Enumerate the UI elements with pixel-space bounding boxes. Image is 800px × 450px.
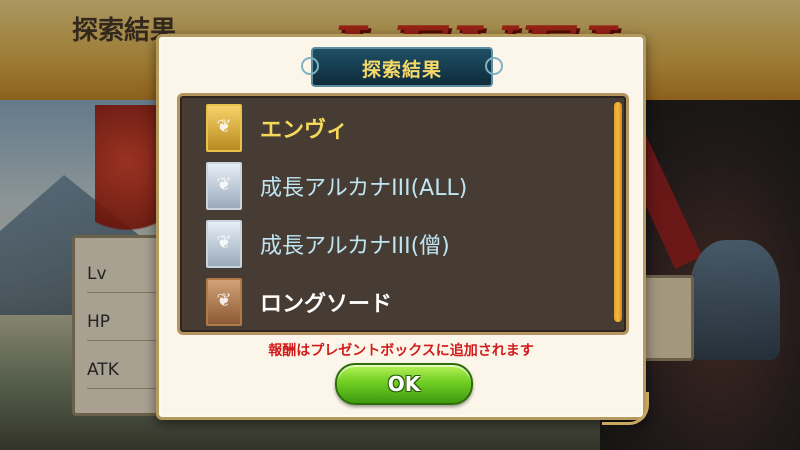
item-name: 成長アルカナIII(ALL) — [260, 176, 468, 201]
corner-ornament — [602, 392, 649, 425]
list-item: ❦ エンヴィ — [180, 100, 610, 156]
arcana-card-icon: ❦ — [206, 162, 242, 210]
item-name: エンヴィ — [260, 118, 349, 143]
dialog-title: 探索結果 — [361, 59, 442, 81]
arcana-card-icon: ❦ — [206, 220, 242, 268]
list-item: ❦ 成長アルカナIII(ALL) — [180, 158, 610, 214]
result-dialog: 探索結果 ❦ エンヴィ ❦ 成長アルカナIII(ALL) ❦ 成長アルカナIII… — [156, 34, 649, 425]
ok-button[interactable]: OK — [335, 363, 473, 405]
arcana-card-icon: ❦ — [206, 278, 242, 326]
list-item: ❦ ロングソード — [180, 274, 610, 330]
item-name: ロングソード — [260, 292, 393, 317]
reward-note: 報酬はプレゼントボックスに追加されます — [268, 343, 534, 359]
item-name: 成長アルカナIII(僧) — [260, 234, 450, 259]
scrollbar-thumb[interactable] — [614, 102, 622, 322]
reward-list[interactable]: ❦ エンヴィ ❦ 成長アルカナIII(ALL) ❦ 成長アルカナIII(僧) ❦… — [177, 93, 629, 335]
arcana-card-icon: ❦ — [206, 104, 242, 152]
dialog-title-plate: 探索結果 — [301, 47, 503, 87]
list-item: ❦ 成長アルカナIII(僧) — [180, 216, 610, 272]
